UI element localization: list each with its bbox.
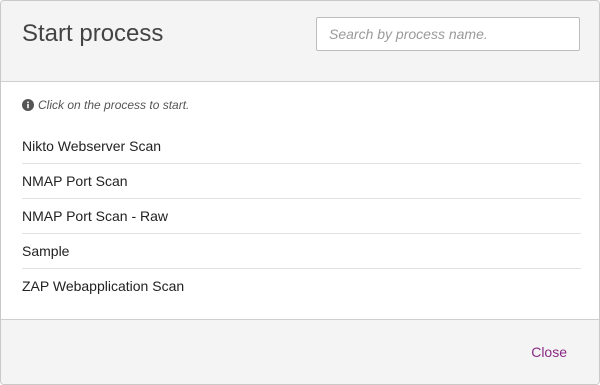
dialog-footer: Close <box>1 319 599 384</box>
process-item-nmap-port-scan[interactable]: NMAP Port Scan <box>22 164 581 199</box>
process-search-input[interactable] <box>316 17 580 51</box>
hint-text: Click on the process to start. <box>38 98 190 112</box>
process-list: Nikto Webserver Scan NMAP Port Scan NMAP… <box>22 129 581 304</box>
close-button[interactable]: Close <box>531 344 567 360</box>
process-item-nmap-port-scan-raw[interactable]: NMAP Port Scan - Raw <box>22 199 581 234</box>
process-item-nikto-webserver-scan[interactable]: Nikto Webserver Scan <box>22 129 581 164</box>
dialog-body: Click on the process to start. Nikto Web… <box>1 83 599 319</box>
process-item-zap-webapplication-scan[interactable]: ZAP Webapplication Scan <box>22 269 581 304</box>
dialog-title: Start process <box>22 20 164 47</box>
info-circle-icon <box>22 99 34 111</box>
instruction-hint: Click on the process to start. <box>22 97 189 113</box>
process-item-sample[interactable]: Sample <box>22 234 581 269</box>
dialog-header: Start process <box>1 1 599 82</box>
start-process-dialog: Start process Click on the process to st… <box>0 0 600 385</box>
